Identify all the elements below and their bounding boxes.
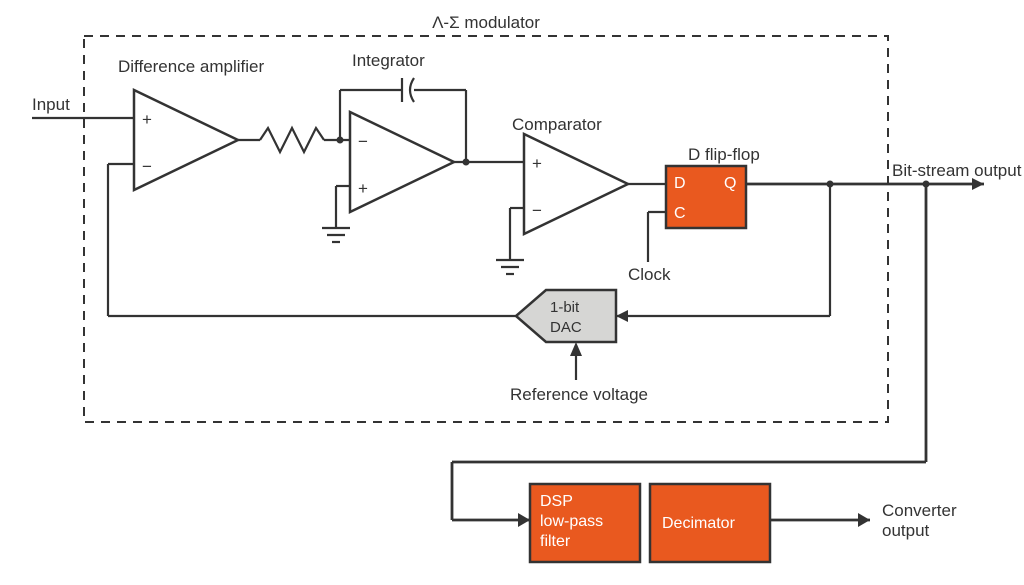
svg-text:−: −: [358, 132, 368, 151]
svg-text:1-bit: 1-bit: [550, 299, 580, 316]
svg-text:D: D: [674, 175, 686, 192]
modulator-box: [84, 36, 888, 422]
ref-voltage-label: Reference voltage: [510, 385, 648, 404]
svg-text:filter: filter: [540, 533, 571, 550]
input-label: Input: [32, 95, 70, 114]
integrator-label: Integrator: [352, 51, 425, 70]
svg-text:−: −: [532, 201, 542, 220]
converter-output-l1: Converter: [882, 501, 957, 520]
svg-text:−: −: [142, 157, 152, 176]
svg-text:low-pass: low-pass: [540, 513, 603, 530]
converter-output-l2: output: [882, 521, 930, 540]
comparator-label: Comparator: [512, 115, 602, 134]
svg-text:C: C: [674, 205, 686, 222]
flipflop-label: D flip-flop: [688, 145, 760, 164]
svg-text:DAC: DAC: [550, 319, 582, 336]
svg-text:+: +: [532, 154, 542, 173]
modulator-title: Λ-Σ modulator: [432, 13, 540, 32]
clock-label: Clock: [628, 265, 671, 284]
svg-text:DSP: DSP: [540, 493, 573, 510]
svg-text:+: +: [358, 179, 368, 198]
svg-text:Decimator: Decimator: [662, 515, 736, 532]
svg-text:Q: Q: [724, 175, 736, 192]
svg-text:+: +: [142, 110, 152, 129]
bitstream-label: Bit-stream output: [892, 161, 1022, 180]
diff-amp-label: Difference amplifier: [118, 57, 264, 76]
